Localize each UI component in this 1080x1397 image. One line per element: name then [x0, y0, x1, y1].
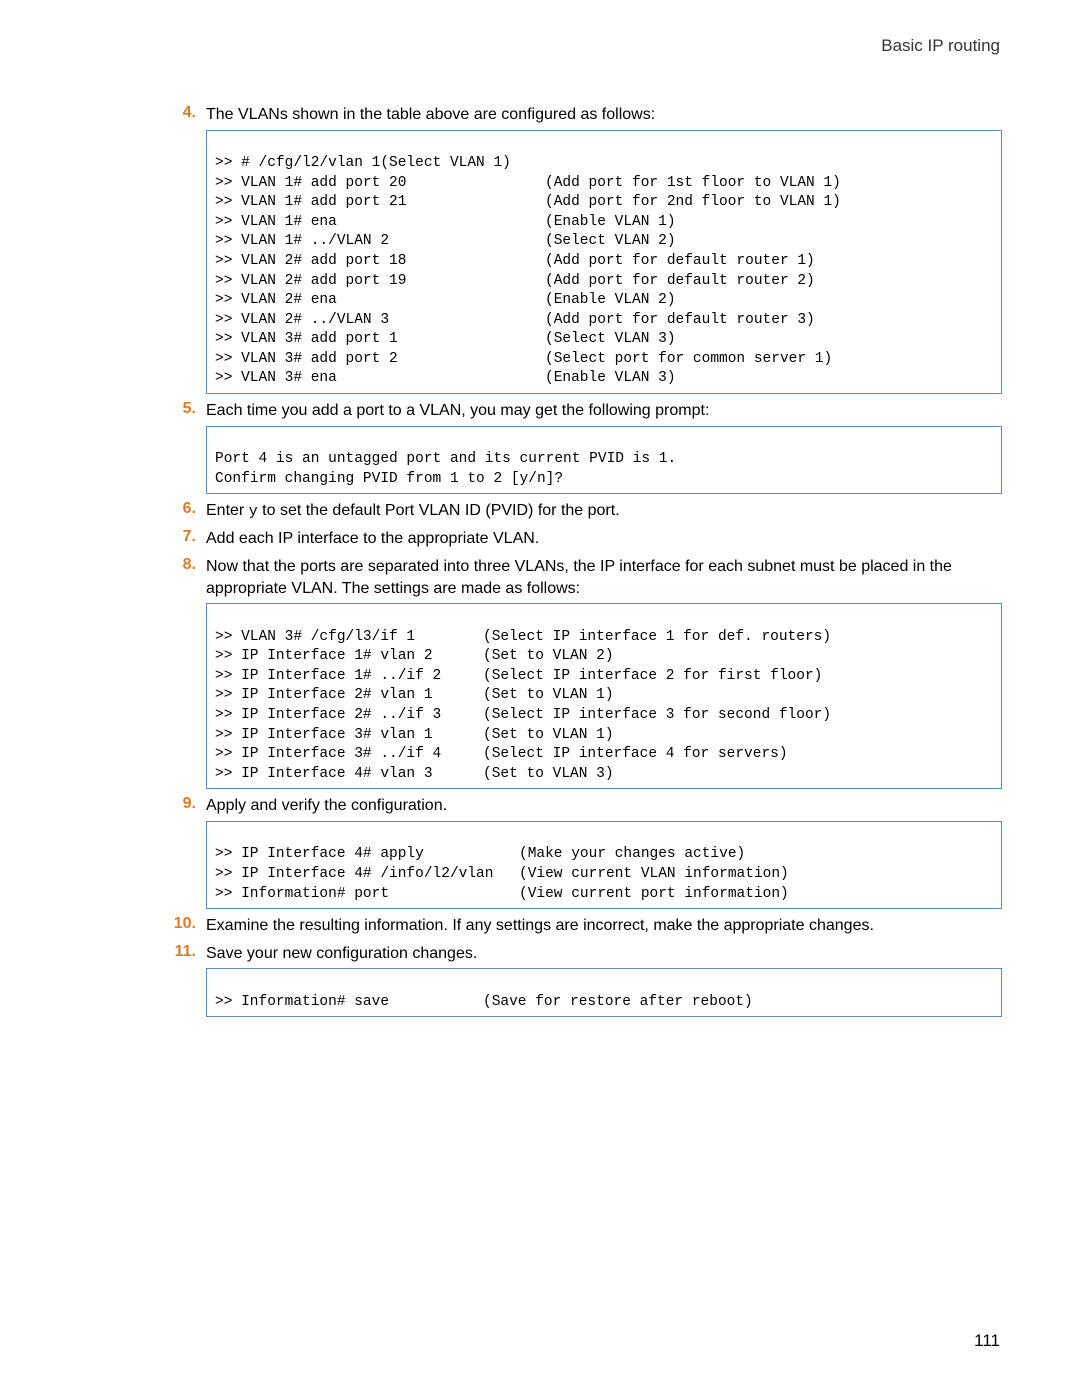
code-block-save: >> Information# save(Save for restore af… — [206, 968, 1002, 1017]
step-number: 10. — [150, 915, 196, 933]
code-line: >> IP Interface 4# vlan 3(Set to VLAN 3) — [215, 766, 614, 782]
step-6: 6. Enter y to set the default Port VLAN … — [156, 500, 1010, 522]
page-number: 111 — [974, 1331, 1000, 1351]
code-line: >> Information# save(Save for restore af… — [215, 994, 753, 1010]
code-line: >> VLAN 2# ../VLAN 3(Add port for defaul… — [215, 312, 815, 328]
step-number: 6. — [156, 500, 196, 518]
step-number: 9. — [156, 795, 196, 813]
code-line: Port 4 is an untagged port and its curre… — [215, 451, 676, 467]
code-line: >> # /cfg/l2/vlan 1(Select VLAN 1) — [215, 155, 511, 171]
code-line: >> IP Interface 2# vlan 1(Set to VLAN 1) — [215, 687, 614, 703]
step-number: 11. — [150, 943, 196, 961]
code-line: >> VLAN 1# add port 21(Add port for 2nd … — [215, 194, 841, 210]
step-text: Add each IP interface to the appropriate… — [206, 528, 1010, 550]
step-11: 11. Save your new configuration changes. — [150, 943, 1010, 965]
step-8: 8. Now that the ports are separated into… — [156, 556, 1010, 599]
page-header-title: Basic IP routing — [70, 36, 1000, 56]
code-line: >> IP Interface 3# ../if 4(Select IP int… — [215, 746, 788, 762]
code-line: >> VLAN 2# add port 18(Add port for defa… — [215, 253, 815, 269]
code-block-pvid-prompt: Port 4 is an untagged port and its curre… — [206, 426, 1002, 495]
step-number: 7. — [156, 528, 196, 546]
code-line: >> IP Interface 4# /info/l2/vlan(View cu… — [215, 866, 789, 882]
code-line: >> VLAN 1# ena(Enable VLAN 1) — [215, 214, 676, 230]
code-line: >> VLAN 3# ena(Enable VLAN 3) — [215, 370, 676, 386]
step-text: The VLANs shown in the table above are c… — [206, 104, 1010, 126]
step-text: Now that the ports are separated into th… — [206, 556, 1010, 599]
code-line: >> VLAN 3# /cfg/l3/if 1(Select IP interf… — [215, 629, 831, 645]
code-block-apply-verify: >> IP Interface 4# apply(Make your chang… — [206, 821, 1002, 909]
code-line: >> VLAN 1# ../VLAN 2(Select VLAN 2) — [215, 233, 676, 249]
step-text: Apply and verify the configuration. — [206, 795, 1010, 817]
step-text: Enter y to set the default Port VLAN ID … — [206, 500, 1010, 522]
code-line: >> VLAN 2# ena(Enable VLAN 2) — [215, 292, 676, 308]
step-7: 7. Add each IP interface to the appropri… — [156, 528, 1010, 550]
inline-code: y — [249, 503, 258, 520]
step-number: 4. — [156, 104, 196, 122]
document-page: Basic IP routing 4. The VLANs shown in t… — [0, 0, 1080, 1397]
code-line: >> IP Interface 2# ../if 3(Select IP int… — [215, 707, 831, 723]
code-line: >> IP Interface 1# vlan 2(Set to VLAN 2) — [215, 648, 614, 664]
code-block-ip-interfaces: >> VLAN 3# /cfg/l3/if 1(Select IP interf… — [206, 603, 1002, 789]
code-block-vlan-config: >> # /cfg/l2/vlan 1(Select VLAN 1) >> VL… — [206, 130, 1002, 394]
code-line: >> VLAN 3# add port 2(Select port for co… — [215, 351, 832, 367]
code-line: >> IP Interface 1# ../if 2(Select IP int… — [215, 668, 822, 684]
code-line: >> IP Interface 4# apply(Make your chang… — [215, 846, 745, 862]
code-line: >> Information# port(View current port i… — [215, 886, 789, 902]
code-line: >> VLAN 1# add port 20(Add port for 1st … — [215, 175, 841, 191]
step-text: Save your new configuration changes. — [206, 943, 1010, 965]
step-text: Each time you add a port to a VLAN, you … — [206, 400, 1010, 422]
step-text: Examine the resulting information. If an… — [206, 915, 1010, 937]
step-10: 10. Examine the resulting information. I… — [150, 915, 1010, 937]
step-5: 5. Each time you add a port to a VLAN, y… — [156, 400, 1010, 422]
code-line: >> VLAN 2# add port 19(Add port for defa… — [215, 273, 815, 289]
step-number: 5. — [156, 400, 196, 418]
code-line: Confirm changing PVID from 1 to 2 [y/n]? — [215, 471, 563, 487]
code-line: >> VLAN 3# add port 1(Select VLAN 3) — [215, 331, 676, 347]
step-9: 9. Apply and verify the configuration. — [156, 795, 1010, 817]
step-number: 8. — [156, 556, 196, 574]
step-4: 4. The VLANs shown in the table above ar… — [156, 104, 1010, 126]
code-line: >> IP Interface 3# vlan 1(Set to VLAN 1) — [215, 727, 614, 743]
